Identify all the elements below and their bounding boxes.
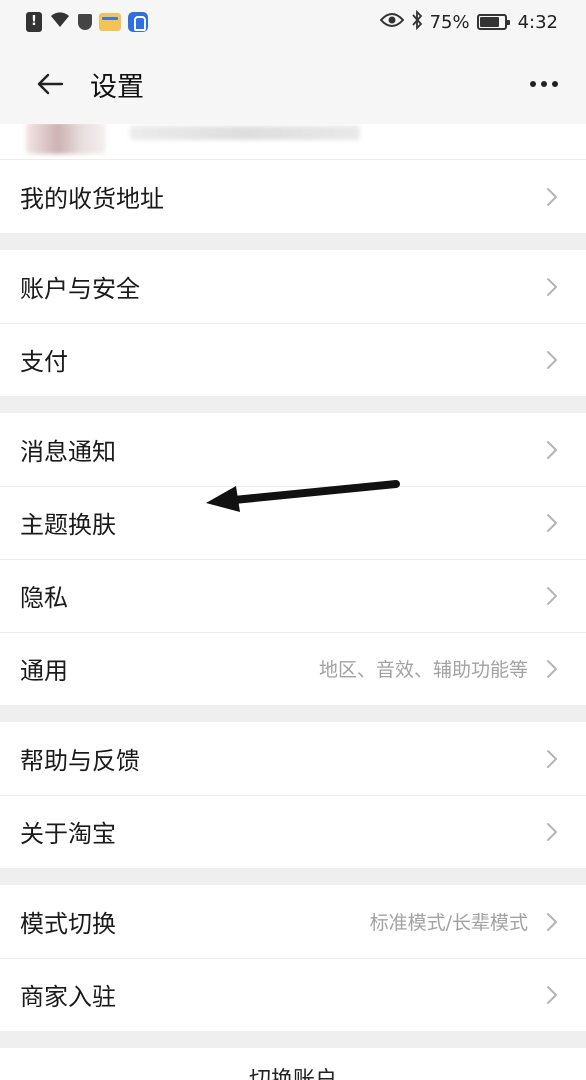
settings-row-label: 支付 [20,348,68,376]
blurred-profile-text [130,126,360,140]
settings-groups: 我的收货地址 账户与安全支付消息通知主题换肤隐私通用 地区、音效、辅助功能等帮助与反… [0,160,586,1031]
settings-row[interactable]: 支付 [0,323,586,396]
chevron-right-icon [546,586,558,606]
settings-row-label: 关于淘宝 [20,820,116,848]
settings-screen: ! 75% 4:32 设置 我的收货地址 账户与安全 支付 消息通知 主题换肤 … [0,0,586,1080]
battery-percent: 75% [429,11,470,33]
bluetooth-icon [411,9,423,35]
back-button[interactable] [20,54,80,114]
settings-row-label: 商家入驻 [20,983,116,1011]
settings-row[interactable]: 商家入驻 [0,958,586,1031]
clock-time: 4:32 [517,11,558,33]
chevron-right-icon [546,277,558,297]
settings-group: 帮助与反馈 关于淘宝 [0,722,586,868]
switch-account-label: 切换账户 [0,1062,586,1080]
profile-row-partial[interactable] [0,124,586,160]
section-gap [0,705,586,722]
chevron-right-icon [546,912,558,932]
status-bar: ! 75% 4:32 [0,0,586,44]
settings-group: 消息通知主题换肤隐私通用 地区、音效、辅助功能等 [0,413,586,705]
settings-group: 账户与安全 支付 [0,250,586,396]
chevron-right-icon [546,822,558,842]
alert-icon: ! [26,12,42,32]
more-dots-icon [552,81,558,87]
section-gap [0,233,586,250]
more-dots-icon [530,81,536,87]
switch-account-button[interactable]: 切换账户 [0,1048,586,1080]
more-options-button[interactable] [522,64,566,104]
settings-row-label: 通用 [20,657,68,685]
shield-icon [78,14,92,30]
avatar [26,124,106,154]
settings-row[interactable]: 隐私 [0,559,586,632]
settings-row[interactable]: 我的收货地址 [0,160,586,233]
settings-row[interactable]: 关于淘宝 [0,795,586,868]
settings-row-label: 主题换肤 [20,511,116,539]
settings-group: 模式切换 标准模式/长辈模式商家入驻 [0,885,586,1031]
app-notification-icon [99,13,121,31]
chevron-right-icon [546,350,558,370]
settings-row-label: 模式切换 [20,910,116,938]
chevron-right-icon [546,749,558,769]
settings-row[interactable]: 主题换肤 [0,486,586,559]
eye-icon [379,12,404,33]
wifi-icon [49,11,71,34]
navigation-header: 设置 [0,44,586,124]
status-left-icons: ! [26,11,148,34]
section-gap [0,868,586,885]
chevron-right-icon [546,187,558,207]
settings-row[interactable]: 账户与安全 [0,250,586,323]
arrow-left-icon [37,73,64,95]
settings-list: 我的收货地址 账户与安全支付消息通知主题换肤隐私通用 地区、音效、辅助功能等帮助与反… [0,124,586,1080]
status-right-icons: 75% 4:32 [379,9,558,35]
settings-row[interactable]: 模式切换 标准模式/长辈模式 [0,885,586,958]
settings-row-label: 隐私 [20,584,68,612]
chevron-right-icon [546,659,558,679]
settings-row-label: 账户与安全 [20,275,140,303]
settings-row-label: 消息通知 [20,438,116,466]
settings-row-label: 我的收货地址 [20,185,164,213]
chevron-right-icon [546,440,558,460]
settings-row-hint: 地区、音效、辅助功能等 [318,659,528,681]
settings-row-label: 帮助与反馈 [20,747,140,775]
settings-row-hint: 标准模式/长辈模式 [369,912,528,934]
chevron-right-icon [546,985,558,1005]
section-gap [0,396,586,413]
section-gap [0,1031,586,1048]
chevron-right-icon [546,513,558,533]
more-dots-icon [541,81,547,87]
settings-group: 我的收货地址 [0,160,586,233]
security-app-icon [128,12,148,32]
settings-row[interactable]: 帮助与反馈 [0,722,586,795]
battery-icon [476,14,510,30]
settings-row[interactable]: 通用 地区、音效、辅助功能等 [0,632,586,705]
settings-row[interactable]: 消息通知 [0,413,586,486]
page-title: 设置 [90,71,144,103]
